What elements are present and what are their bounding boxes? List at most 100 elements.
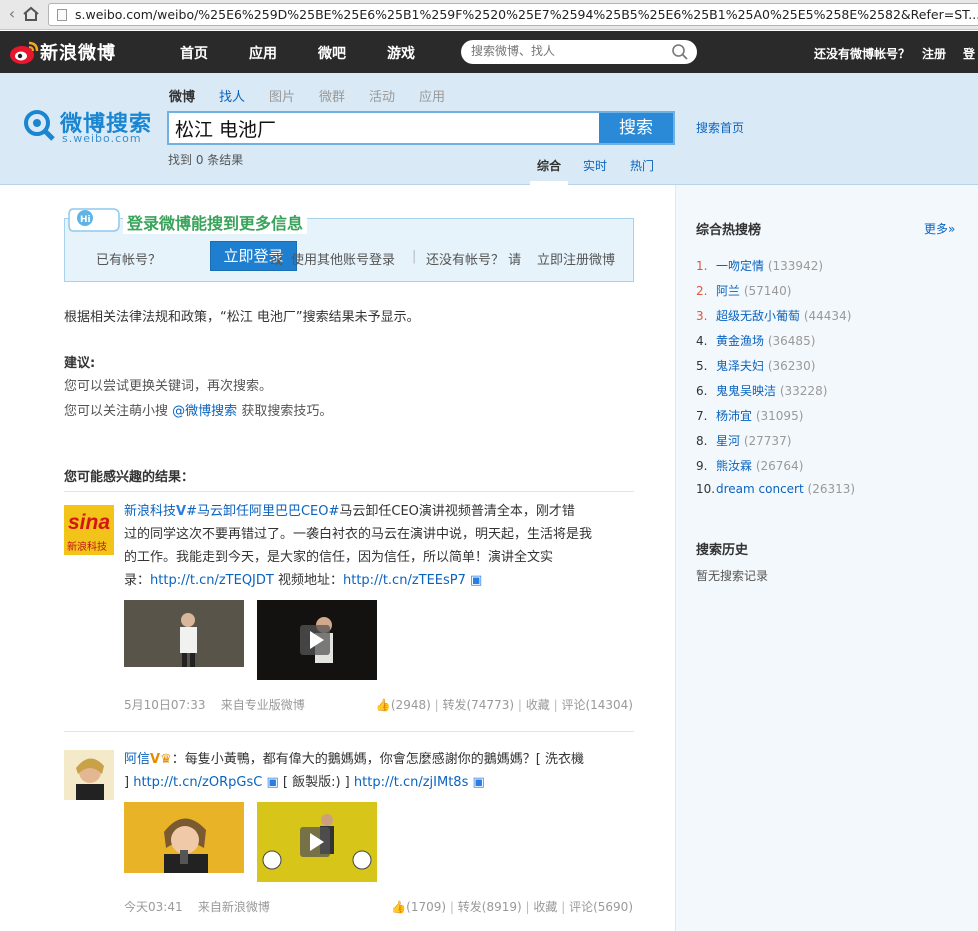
no-account-link[interactable]: 还没有微博帐号？ — [814, 45, 910, 62]
hot-rank: 7. — [696, 409, 708, 423]
result-count: 找到 0 条结果 — [168, 153, 244, 167]
url-bar[interactable]: s.weibo.com/weibo/%25E6%259D%25BE%25E6%2… — [48, 3, 978, 26]
register-now-link[interactable]: 立即注册微博 — [537, 249, 615, 268]
hot-item-link[interactable]: dream concert — [716, 482, 804, 496]
feed-source[interactable]: 来自新浪微博 — [198, 900, 270, 914]
feed-line: 马云卸任CEO演讲视频普清全本，刚才错 — [339, 504, 575, 519]
hot-item-link[interactable]: 超级无敌小葡萄 — [716, 309, 800, 323]
login-link[interactable]: 登 — [963, 45, 975, 62]
feed-meta: 今天03:41 来自新浪微博 — [124, 898, 270, 915]
hot-count: (26313) — [807, 482, 856, 496]
hot-item-link[interactable]: 一吻定情 — [716, 259, 764, 273]
favorite-link[interactable]: 收藏 — [533, 900, 557, 914]
hot-item-link[interactable]: 熊汝霖 — [716, 459, 752, 473]
login-now-button[interactable]: 立即登录 — [210, 241, 297, 271]
image-thumbnail[interactable] — [124, 802, 244, 873]
video-thumbnail[interactable] — [257, 600, 377, 680]
video-icon[interactable]: ▣ — [266, 775, 278, 790]
forward-link[interactable]: 转发(8919) — [458, 900, 522, 914]
weibo-logo-icon[interactable] — [8, 37, 40, 67]
register-link[interactable]: 注册 — [922, 45, 946, 62]
top-search-input[interactable] — [471, 44, 661, 58]
feed-user-name[interactable]: 新浪科技 — [124, 504, 176, 519]
hot-item-link[interactable]: 鬼泽夫妇 — [716, 359, 764, 373]
feed-source[interactable]: 来自专业版微博 — [221, 698, 305, 712]
forward-link[interactable]: 转发(74773) — [442, 698, 514, 712]
avatar[interactable] — [64, 750, 114, 800]
like-icon[interactable]: 👍 — [376, 698, 391, 712]
favorite-link[interactable]: 收藏 — [526, 698, 550, 712]
weibo-search-logo-icon — [24, 110, 55, 141]
hot-item-link[interactable]: 黄金渔场 — [716, 334, 764, 348]
hot-item-link[interactable]: 阿兰 — [716, 284, 740, 298]
tab-weibo[interactable]: 微博 — [169, 86, 195, 105]
video-thumbnail[interactable] — [257, 802, 377, 882]
like-icon[interactable]: 👍 — [391, 900, 406, 914]
search-button[interactable]: 搜索 — [599, 113, 673, 143]
main-search: 搜索 — [167, 111, 675, 145]
nav-apps[interactable]: 应用 — [249, 43, 277, 63]
weibo-search-mention-link[interactable]: @微博搜索 — [172, 404, 237, 419]
short-link[interactable]: http://t.cn/zORpGsC — [133, 775, 262, 790]
search-header: 微博搜索 s.weibo.com 微博 找人 图片 微群 活动 应用 搜索 搜索… — [0, 73, 978, 185]
feed-user-name[interactable]: 阿信 — [124, 752, 150, 767]
comment-link[interactable]: 评论(14304) — [561, 698, 633, 712]
home-icon[interactable] — [22, 5, 40, 23]
hot-count: (133942) — [767, 259, 824, 273]
url-text[interactable]: s.weibo.com/weibo/%25E6%259D%25BE%25E6%2… — [75, 7, 978, 22]
hot-rank: 10. — [696, 482, 716, 496]
main-search-input[interactable] — [175, 116, 595, 140]
logo-text[interactable]: 新浪微博 — [40, 39, 116, 65]
video-thumbnail[interactable] — [124, 600, 244, 667]
hot-count: (36230) — [767, 359, 816, 373]
hot-item[interactable]: 2. 阿兰 (57140) — [696, 282, 791, 299]
hot-item[interactable]: 5. 鬼泽夫妇 (36230) — [696, 357, 815, 374]
feed-time[interactable]: 5月10日07:33 — [124, 698, 206, 712]
hot-item[interactable]: 6. 鬼鬼吴映洁 (33228) — [696, 382, 827, 399]
hot-item[interactable]: 1. 一吻定情 (133942) — [696, 257, 823, 274]
hot-item[interactable]: 9. 熊汝霖 (26764) — [696, 457, 803, 474]
sort-tab-all[interactable]: 综合 — [537, 157, 561, 174]
back-arrow-icon[interactable]: ‹ — [2, 4, 22, 24]
hot-more-link[interactable]: 更多» — [924, 220, 955, 237]
sort-tab-realtime[interactable]: 实时 — [583, 157, 607, 174]
comment-link[interactable]: 评论(5690) — [569, 900, 633, 914]
hot-item-link[interactable]: 鬼鬼吴映洁 — [716, 384, 776, 398]
avatar[interactable]: sina 新浪科技 — [64, 505, 114, 555]
hot-item[interactable]: 10.dream concert (26313) — [696, 482, 855, 496]
video-icon[interactable]: ▣ — [470, 573, 482, 588]
hot-item[interactable]: 7. 杨沛宜 (31095) — [696, 407, 803, 424]
tab-events[interactable]: 活动 — [369, 86, 395, 105]
like-count[interactable]: (2948) — [391, 698, 431, 712]
suggestion-prefix: 您可以关注萌小搜 — [64, 404, 169, 419]
sort-tab-hot[interactable]: 热门 — [630, 157, 654, 174]
feed-time[interactable]: 今天03:41 — [124, 900, 183, 914]
short-link[interactable]: http://t.cn/zTEEsP7 — [343, 573, 466, 588]
short-link[interactable]: http://t.cn/zTEQJDT — [150, 573, 274, 588]
verified-icon: V — [176, 504, 187, 519]
video-icon[interactable]: ▣ — [473, 775, 485, 790]
search-home-link[interactable]: 搜索首页 — [696, 119, 744, 136]
search-icon[interactable] — [671, 43, 689, 61]
tab-images[interactable]: 图片 — [269, 86, 295, 105]
nav-home[interactable]: 首页 — [180, 43, 208, 63]
hot-item[interactable]: 8. 星河 (27737) — [696, 432, 791, 449]
topic-link[interactable]: #马云卸任阿里巴巴CEO# — [186, 504, 339, 519]
short-link[interactable]: http://t.cn/zjIMt8s — [354, 775, 468, 790]
like-count[interactable]: (1709) — [406, 900, 446, 914]
main-column: 立即登录 已有帐号？ 或 使用其他账号登录 | 还没有帐号？ 请 立即注册微博 … — [25, 185, 675, 931]
hot-item[interactable]: 4. 黄金渔场 (36485) — [696, 332, 815, 349]
have-account-label: 已有帐号？ — [96, 253, 162, 268]
hot-item[interactable]: 3. 超级无敌小葡萄 (44434) — [696, 307, 851, 324]
nav-games[interactable]: 游戏 — [387, 43, 415, 63]
other-login-link[interactable]: 使用其他账号登录 — [291, 249, 395, 268]
suggestion-line-2: 您可以关注萌小搜 @微博搜索 获取搜索技巧。 — [64, 400, 332, 419]
tab-apps[interactable]: 应用 — [419, 86, 445, 105]
tab-people[interactable]: 找人 — [219, 86, 245, 105]
hot-item-link[interactable]: 星河 — [716, 434, 740, 448]
no-account-label: 还没有帐号？ 请 — [426, 253, 522, 268]
nav-weiba[interactable]: 微吧 — [318, 43, 346, 63]
brand-en: s.weibo.com — [62, 132, 142, 145]
tab-groups[interactable]: 微群 — [319, 86, 345, 105]
hot-item-link[interactable]: 杨沛宜 — [716, 409, 752, 423]
